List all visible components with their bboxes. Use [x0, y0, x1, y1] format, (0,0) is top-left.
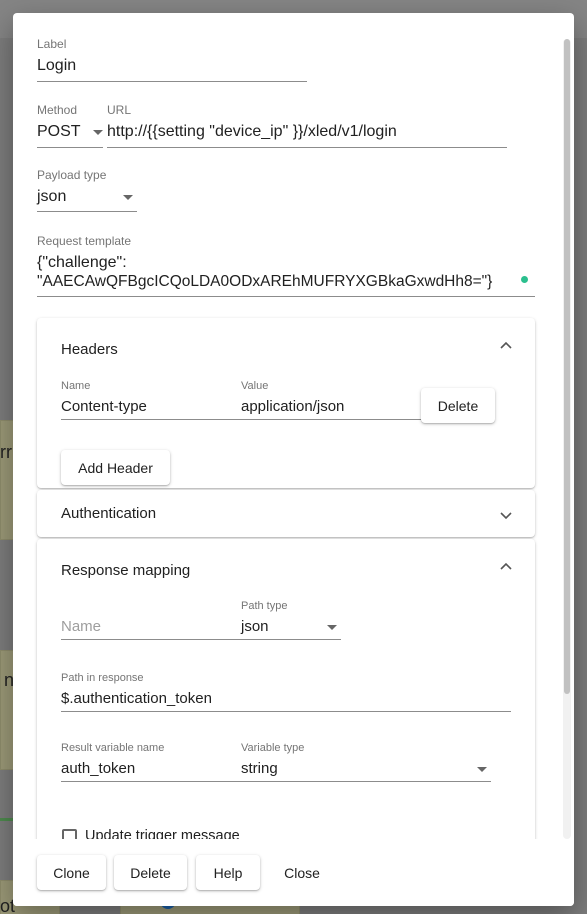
dialog-scrollbar-thumb[interactable]	[564, 39, 570, 694]
background-text: rr	[0, 442, 12, 462]
payload-type-label: Payload type	[37, 168, 107, 182]
path-type-chevron-down-icon[interactable]	[327, 625, 337, 630]
header-name-label: Name	[61, 380, 91, 392]
dialog-actions: Clone Delete Help Close	[13, 839, 574, 906]
headers-panel: Headers Name Content-type Value applicat…	[37, 318, 535, 488]
url-field-label: URL	[107, 103, 132, 117]
url-input[interactable]: http://{{setting "device_ip" }}/xled/v1/…	[107, 123, 397, 141]
request-template-underline	[37, 296, 535, 297]
payload-type-chevron-down-icon[interactable]	[123, 195, 133, 200]
path-in-response-label: Path in response	[61, 672, 144, 684]
request-template-line-1[interactable]: {"challenge":	[37, 254, 127, 272]
method-select[interactable]: POST	[37, 123, 81, 141]
result-variable-label: Result variable name	[61, 742, 165, 754]
payload-type-underline	[37, 211, 137, 212]
chevron-up-icon[interactable]	[499, 559, 513, 573]
path-type-select[interactable]: json	[241, 618, 269, 635]
delete-header-button[interactable]: Delete	[421, 388, 495, 423]
update-trigger-checkbox[interactable]	[62, 829, 77, 839]
request-dialog: Label Login Method POST URL http://{{set…	[13, 13, 574, 906]
authentication-panel[interactable]: Authentication	[37, 490, 535, 537]
result-variable-input[interactable]: auth_token	[61, 760, 135, 777]
path-in-response-input[interactable]: $.authentication_token	[61, 690, 212, 707]
variable-type-label: Variable type	[241, 742, 305, 754]
request-template-line-2[interactable]: "AAECAwQFBgcICQoLDA0ODxAREhMUFRYXGBkaGxw…	[37, 273, 492, 291]
header-name-input[interactable]: Content-type	[61, 398, 147, 415]
result-variable-underline	[61, 781, 241, 782]
label-field-label: Label	[37, 37, 67, 51]
update-trigger-label: Update trigger message	[85, 828, 240, 839]
variable-type-chevron-down-icon[interactable]	[477, 767, 487, 772]
close-button[interactable]: Close	[269, 855, 335, 890]
delete-button[interactable]: Delete	[114, 855, 187, 890]
payload-type-select[interactable]: json	[37, 188, 66, 206]
headers-panel-title[interactable]: Headers	[61, 341, 118, 358]
response-name-underline	[61, 639, 241, 640]
chevron-up-icon[interactable]	[499, 338, 513, 352]
variable-type-select[interactable]: string	[241, 760, 278, 777]
response-mapping-title[interactable]: Response mapping	[61, 562, 190, 579]
method-field-label: Method	[37, 103, 78, 117]
path-type-underline	[241, 639, 341, 640]
path-in-response-underline	[61, 711, 511, 712]
header-value-input[interactable]: application/json	[241, 398, 344, 415]
chevron-down-icon[interactable]	[499, 508, 513, 522]
dialog-scrollbar[interactable]	[563, 39, 571, 839]
header-value-label: Value	[241, 380, 269, 392]
variable-type-underline	[241, 781, 491, 782]
method-chevron-down-icon[interactable]	[93, 130, 103, 135]
valid-status-dot-icon	[521, 276, 528, 283]
response-name-input[interactable]: Name	[61, 618, 101, 635]
authentication-panel-title[interactable]: Authentication	[61, 505, 156, 522]
label-field-underline	[37, 81, 307, 82]
request-template-label: Request template	[37, 234, 132, 248]
method-underline	[37, 147, 103, 148]
path-type-label: Path type	[241, 600, 288, 612]
dialog-content: Label Login Method POST URL http://{{set…	[13, 13, 574, 839]
label-field-input[interactable]: Login	[37, 57, 76, 75]
header-name-underline	[61, 419, 241, 420]
response-mapping-panel: Response mapping Name Path type json Pat…	[37, 539, 535, 839]
header-value-underline	[241, 419, 421, 420]
help-button[interactable]: Help	[196, 855, 260, 890]
clone-button[interactable]: Clone	[37, 855, 106, 890]
url-underline	[107, 147, 507, 148]
add-header-button[interactable]: Add Header	[61, 450, 170, 485]
